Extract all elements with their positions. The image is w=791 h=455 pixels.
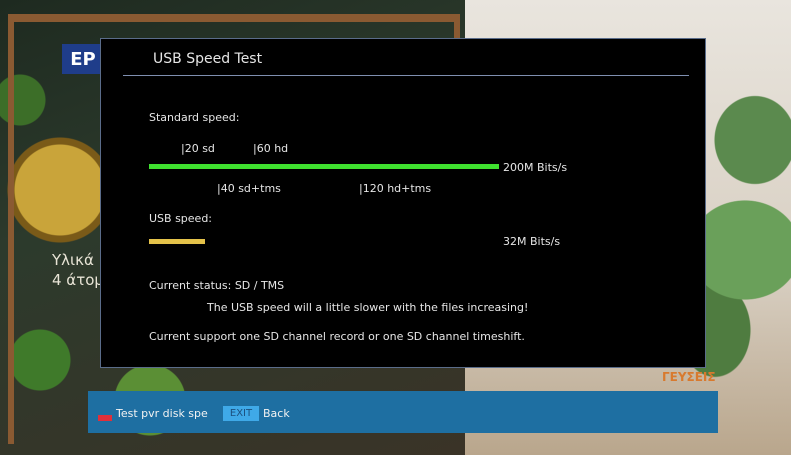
usb-speed-label: USB speed: [149,212,213,225]
background-caption-line: 4 άτομ [52,271,104,289]
marker-20-sd: |20 sd [181,142,215,155]
channel-logo: EP [62,44,104,74]
standard-speed-label: Standard speed: [149,111,240,124]
background-right-caption: ΓΕΥΣΕΙΣ [662,370,716,384]
support-info: Current support one SD channel record or… [149,330,525,343]
usb-speed-value: 32M Bits/s [503,235,561,248]
marker-120-hd-tms: |120 hd+tms [359,182,432,195]
dialog-title: USB Speed Test [153,51,263,67]
red-key-label: Test pvr disk spe [116,407,208,420]
background-caption: Υλικά 4 άτομ [52,250,104,290]
red-key-icon[interactable] [98,415,112,421]
standard-speed-value: 200M Bits/s [503,161,568,174]
background-caption-line: Υλικά [52,251,94,269]
exit-key-button[interactable]: EXIT [223,406,259,421]
frame-border [8,14,14,444]
current-status: Current status: SD / TMS [149,279,285,292]
marker-40-sd-tms: |40 sd+tms [217,182,281,195]
usb-speed-bar [149,239,205,244]
standard-speed-bar [149,164,499,169]
frame-border [454,14,460,38]
usb-speed-test-dialog: USB Speed Test Standard speed: |20 sd |6… [100,38,706,368]
frame-border [8,14,460,22]
help-bar: Test pvr disk spe EXIT Back [88,391,718,433]
exit-key-label: Back [263,407,290,420]
speed-warning: The USB speed will a little slower with … [207,301,529,314]
marker-60-hd: |60 hd [253,142,289,155]
title-divider [123,75,689,76]
